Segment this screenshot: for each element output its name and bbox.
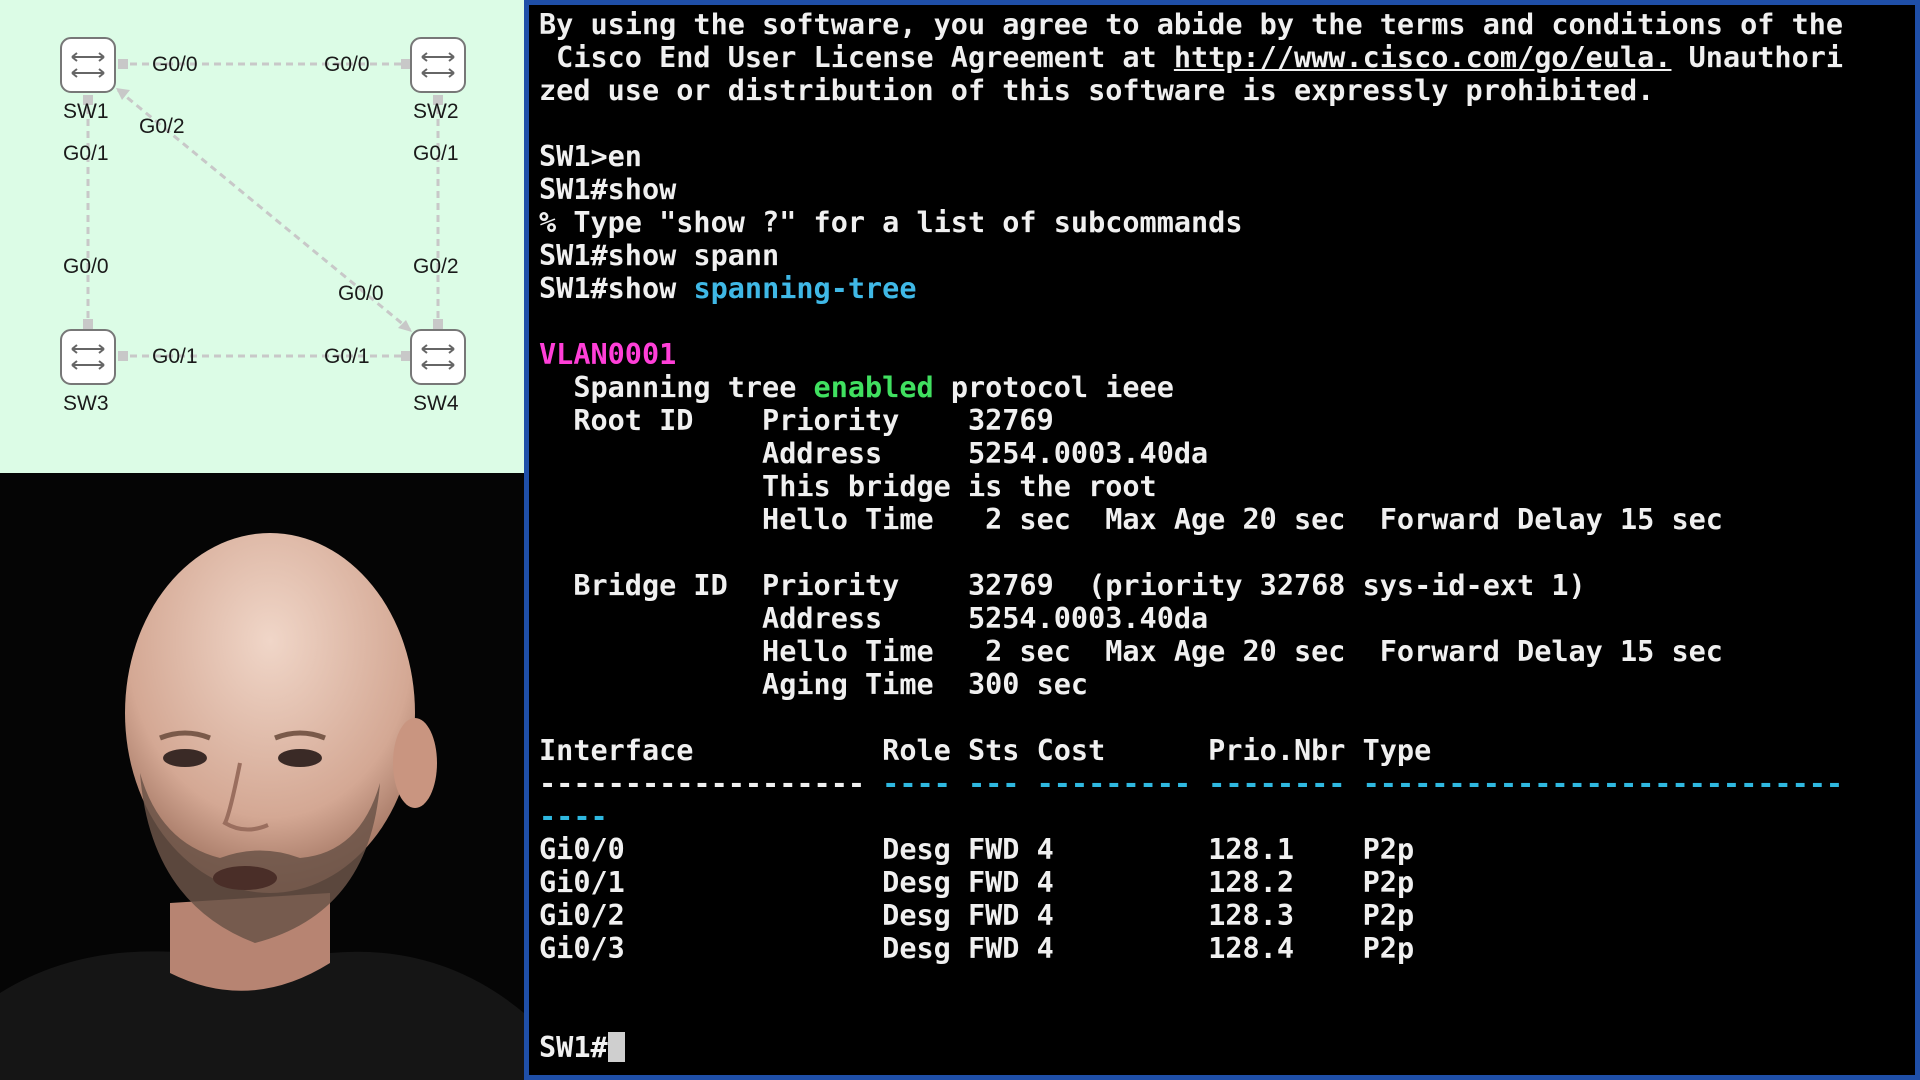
terminal-line: Hello Time 2 sec Max Age 20 sec Forward …: [539, 503, 1723, 536]
port-label-sw1-g00: G0/0: [152, 53, 198, 76]
cell-sts: FWD: [967, 899, 1037, 932]
cell-type: P2p: [1362, 932, 1415, 965]
cell-role: Desg: [882, 866, 968, 899]
port-label-sw2-g01: G0/1: [413, 142, 459, 165]
cell-sts: FWD: [967, 866, 1037, 899]
terminal-line: SW1#show: [539, 173, 677, 206]
spanning-tree-command: spanning-tree: [693, 272, 917, 305]
cell-interface: Gi0/3: [539, 932, 883, 965]
terminal-line: Bridge ID Priority 32769 (priority 32768…: [539, 569, 1586, 602]
cell-interface: Gi0/1: [539, 866, 883, 899]
command-prompt[interactable]: SW1#: [539, 1031, 625, 1064]
cell-type: P2p: [1362, 866, 1415, 899]
port-label-sw4-g01: G0/1: [324, 345, 370, 368]
terminal-line: Cisco End User License Agreement at http…: [539, 41, 1844, 74]
table-row: Gi0/2 Desg FWD 4 128.3 P2p: [539, 899, 1414, 932]
switch-icon-sw2: [410, 37, 466, 93]
terminal-line: Hello Time 2 sec Max Age 20 sec Forward …: [539, 635, 1723, 668]
port-label-sw3-g01: G0/1: [152, 345, 198, 368]
cell-cost: 4: [1036, 899, 1209, 932]
switch-icon-sw1: [60, 37, 116, 93]
cell-cost: 4: [1036, 866, 1209, 899]
table-separator: ------------------- ---- --- --------- -…: [539, 767, 1844, 800]
cell-type: P2p: [1362, 833, 1415, 866]
terminal-window[interactable]: By using the software, you agree to abid…: [524, 0, 1920, 1080]
switch-label-sw2: SW2: [413, 100, 459, 123]
port-label-sw4-g02: G0/2: [413, 255, 459, 278]
switch-label-sw1: SW1: [63, 100, 109, 123]
cell-prio-nbr: 128.3: [1208, 899, 1363, 932]
terminal-line: VLAN0001: [539, 338, 676, 371]
vlan-id: VLAN0001: [539, 338, 677, 371]
cell-sts: FWD: [967, 833, 1037, 866]
cell-interface: Gi0/2: [539, 899, 883, 932]
table-separator: ----: [539, 800, 608, 833]
cell-type: P2p: [1362, 899, 1415, 932]
cell-prio-nbr: 128.2: [1208, 866, 1363, 899]
terminal-line: SW1#show spann: [539, 239, 780, 272]
terminal-line: % Type "show ?" for a list of subcommand…: [539, 206, 1243, 239]
terminal-line: Address 5254.0003.40da: [539, 602, 1209, 635]
cell-role: Desg: [882, 932, 968, 965]
enabled-keyword: enabled: [813, 371, 934, 404]
cell-role: Desg: [882, 899, 968, 932]
terminal-line: By using the software, you agree to abid…: [539, 8, 1844, 41]
table-header: Interface Role Sts Cost Prio.Nbr Type: [539, 734, 1432, 767]
terminal-line: SW1>en: [539, 140, 642, 173]
eula-link[interactable]: http://www.cisco.com/go/eula.: [1174, 41, 1672, 74]
presenter-video: [0, 473, 524, 1080]
terminal-line: This bridge is the root: [539, 470, 1157, 503]
terminal-line: SW1#show spanning-tree: [539, 272, 917, 305]
port-label-sw3-g00: G0/0: [63, 255, 109, 278]
table-row: Gi0/1 Desg FWD 4 128.2 P2p: [539, 866, 1414, 899]
switch-icon-sw3: [60, 329, 116, 385]
terminal-line: Address 5254.0003.40da: [539, 437, 1209, 470]
cell-cost: 4: [1036, 833, 1209, 866]
terminal-line: Aging Time 300 sec: [539, 668, 1089, 701]
port-label-sw1-g02: G0/2: [139, 115, 185, 138]
switch-icon-sw4: [410, 329, 466, 385]
terminal-line: Spanning tree enabled protocol ieee: [539, 371, 1174, 404]
text-cursor: [607, 1032, 625, 1062]
switch-label-sw3: SW3: [63, 392, 109, 415]
cell-cost: 4: [1036, 932, 1209, 965]
cell-interface: Gi0/0: [539, 833, 883, 866]
port-label-sw1-g01: G0/1: [63, 142, 109, 165]
table-row: Gi0/0 Desg FWD 4 128.1 P2p: [539, 833, 1414, 866]
cell-prio-nbr: 128.4: [1208, 932, 1363, 965]
terminal-line: Root ID Priority 32769: [539, 404, 1054, 437]
network-topology-diagram: SW1 SW2 SW3 SW4 G0/0 G0/0 G0/2 G0/1 G0/1…: [0, 0, 524, 473]
table-row: Gi0/3 Desg FWD 4 128.4 P2p: [539, 932, 1414, 965]
presenter-silhouette: [0, 533, 524, 1080]
cell-role: Desg: [882, 833, 968, 866]
port-label-sw2-g00: G0/0: [324, 53, 370, 76]
cell-prio-nbr: 128.1: [1208, 833, 1363, 866]
port-label-sw4-g00: G0/0: [338, 282, 384, 305]
switch-label-sw4: SW4: [413, 392, 459, 415]
cell-sts: FWD: [967, 932, 1037, 965]
terminal-line: zed use or distribution of this software…: [539, 74, 1655, 107]
